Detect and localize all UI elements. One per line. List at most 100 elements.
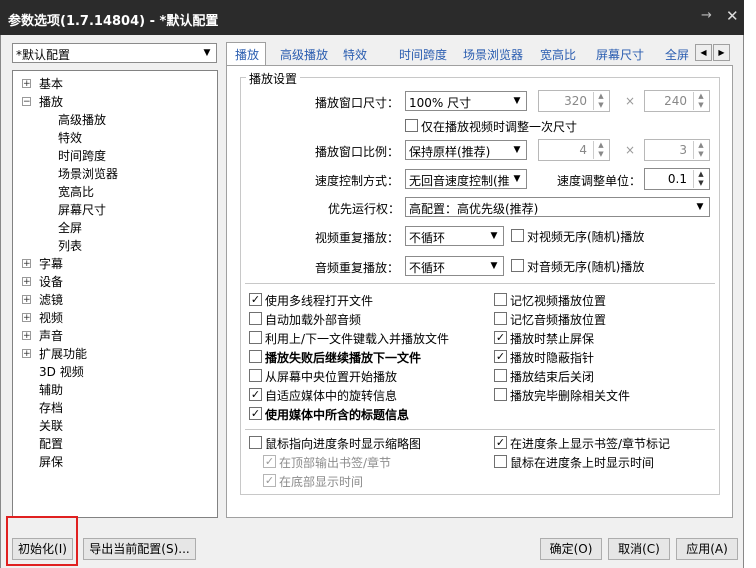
expand-icon[interactable]: + — [22, 349, 31, 359]
option-label: 播放完毕删除相关文件 — [510, 389, 631, 403]
ratio-select[interactable]: 保持原样(推荐) ▼ — [405, 140, 527, 160]
option-checkbox[interactable] — [249, 350, 262, 363]
spin-arrows-icon[interactable]: ▲ ▼ — [693, 141, 708, 159]
tree-item[interactable]: 全屏 — [58, 219, 82, 236]
expand-icon[interactable]: + — [22, 79, 31, 89]
option-checkbox[interactable] — [249, 369, 262, 382]
export-config-button[interactable]: 导出当前配置(S)... — [83, 538, 196, 560]
tree-item[interactable]: 辅助 — [39, 381, 63, 398]
option-checkbox[interactable]: ✓ — [249, 388, 262, 401]
close-icon[interactable]: ✕ — [726, 7, 739, 25]
option-label: 记忆视频播放位置 — [510, 294, 607, 308]
expand-icon[interactable]: + — [22, 277, 31, 287]
tree-item[interactable]: 配置 — [39, 435, 63, 452]
tree-item[interactable]: 特效 — [58, 129, 82, 146]
audio-repeat-select[interactable]: 不循环 ▼ — [405, 256, 504, 276]
tree-item[interactable]: 宽高比 — [58, 183, 94, 200]
expand-icon[interactable]: + — [22, 259, 31, 269]
adjust-once-checkbox[interactable] — [405, 119, 418, 132]
tree-item[interactable]: 扩展功能 — [39, 345, 87, 362]
show-time-label: 鼠标在进度条上时显示时间 — [510, 456, 655, 470]
tree-item[interactable]: 高级播放 — [58, 111, 106, 128]
spin-arrows-icon[interactable]: ▲ ▼ — [693, 170, 708, 188]
option-checkbox[interactable] — [249, 312, 262, 325]
option-checkbox[interactable] — [494, 293, 507, 306]
tree-item[interactable]: 基本 — [39, 75, 63, 92]
expand-icon[interactable]: + — [22, 331, 31, 341]
separator — [245, 283, 715, 284]
expand-icon[interactable]: + — [22, 313, 31, 323]
option-checkbox[interactable] — [494, 312, 507, 325]
video-repeat-select[interactable]: 不循环 ▼ — [405, 226, 504, 246]
option-label: 使用多线程打开文件 — [265, 294, 374, 308]
top-output-checkbox[interactable]: ✓ — [263, 455, 276, 468]
tab-scroll-left-icon[interactable]: ◀ — [695, 44, 712, 61]
title-bar: 参数选项(1.7.14804) - *默认配置 → ✕ — [0, 0, 744, 35]
option-checkbox[interactable] — [494, 388, 507, 401]
tree-item[interactable]: 存档 — [39, 399, 63, 416]
tab-advanced-play[interactable]: 高级播放 — [274, 46, 334, 63]
option-checkbox[interactable]: ✓ — [249, 407, 262, 420]
ratio-width-spin[interactable]: 4 ▲ ▼ — [538, 139, 610, 161]
collapse-icon[interactable]: − — [22, 97, 31, 107]
tab-screen-size[interactable]: 屏幕尺寸 — [594, 46, 646, 63]
tab-effects[interactable]: 特效 — [340, 46, 370, 63]
option-checkbox[interactable]: ✓ — [494, 350, 507, 363]
speed-unit-spin[interactable]: 0.1 ▲ ▼ — [644, 168, 710, 190]
show-time-checkbox[interactable] — [494, 455, 507, 468]
group-title: 播放设置 — [246, 70, 301, 87]
width-spin[interactable]: 320 ▲ ▼ — [538, 90, 610, 112]
tree-item[interactable]: 场景浏览器 — [58, 165, 118, 182]
tab-fullscreen[interactable]: 全屏 — [662, 46, 692, 63]
category-tree: + 基本 − 播放 高级播放 特效 时间跨度 场景浏览器 宽高比 屏幕尺寸 全屏 列表 + 字幕 + 设备 + 滤… — [12, 70, 218, 518]
priority-select[interactable]: 高配置：高优先级(推荐) ▼ — [405, 197, 710, 217]
tree-item[interactable]: 播放 — [39, 93, 63, 110]
pin-icon[interactable]: → — [701, 8, 712, 23]
chevron-down-icon: ▼ — [490, 261, 498, 271]
show-bookmarks-checkbox[interactable]: ✓ — [494, 436, 507, 449]
expand-icon[interactable]: + — [22, 295, 31, 305]
tree-item[interactable]: 3D 视频 — [39, 363, 84, 380]
tree-item[interactable]: 声音 — [39, 327, 63, 344]
spin-arrows-icon[interactable]: ▲ ▼ — [593, 141, 608, 159]
tab-scene-browser[interactable]: 场景浏览器 — [462, 46, 524, 63]
bottom-time-label: 在底部显示时间 — [279, 475, 364, 489]
video-repeat-label: 视频重复播放： — [315, 231, 400, 245]
tree-item[interactable]: 屏幕尺寸 — [58, 201, 106, 218]
spin-arrows-icon[interactable]: ▲ ▼ — [593, 92, 608, 110]
tab-play[interactable]: 播放 — [227, 46, 267, 63]
tree-item[interactable]: 滤镜 — [39, 291, 63, 308]
times-sign: × — [625, 143, 636, 157]
height-spin[interactable]: 240 ▲ ▼ — [644, 90, 710, 112]
bottom-time-checkbox[interactable]: ✓ — [263, 474, 276, 487]
option-checkbox[interactable] — [249, 331, 262, 344]
ok-button[interactable]: 确定(O) — [540, 538, 602, 560]
chevron-down-icon: ▼ — [513, 96, 521, 106]
adjust-once-label: 仅在播放视频时调整一次尺寸 — [421, 120, 578, 134]
option-checkbox[interactable]: ✓ — [249, 293, 262, 306]
tab-aspect-ratio[interactable]: 宽高比 — [538, 46, 578, 63]
tree-item[interactable]: 屏保 — [39, 453, 63, 470]
tab-time-span[interactable]: 时间跨度 — [394, 46, 452, 63]
ratio-height-spin[interactable]: 3 ▲ ▼ — [644, 139, 710, 161]
option-checkbox[interactable]: ✓ — [494, 331, 507, 344]
tree-item[interactable]: 列表 — [58, 237, 82, 254]
window-title: 参数选项(1.7.14804) - *默认配置 — [8, 14, 219, 29]
apply-button[interactable]: 应用(A) — [676, 538, 738, 560]
spin-arrows-icon[interactable]: ▲ ▼ — [693, 92, 708, 110]
tree-item[interactable]: 字幕 — [39, 255, 63, 272]
audio-shuffle-checkbox[interactable] — [511, 259, 524, 272]
window-size-select[interactable]: 100% 尺寸 ▼ — [405, 91, 527, 111]
tree-item[interactable]: 时间跨度 — [58, 147, 106, 164]
tree-item[interactable]: 视频 — [39, 309, 63, 326]
cancel-button[interactable]: 取消(C) — [608, 538, 670, 560]
chevron-down-icon: ▼ — [490, 231, 498, 241]
tree-item[interactable]: 设备 — [39, 273, 63, 290]
option-checkbox[interactable] — [494, 369, 507, 382]
speed-mode-select[interactable]: 无回音速度控制(推 ▼ — [405, 169, 527, 189]
profile-select[interactable]: *默认配置 ▼ — [12, 43, 217, 63]
video-shuffle-checkbox[interactable] — [511, 229, 524, 242]
thumbnail-checkbox[interactable] — [249, 436, 262, 449]
tree-item[interactable]: 关联 — [39, 417, 63, 434]
tab-scroll-right-icon[interactable]: ▶ — [713, 44, 730, 61]
